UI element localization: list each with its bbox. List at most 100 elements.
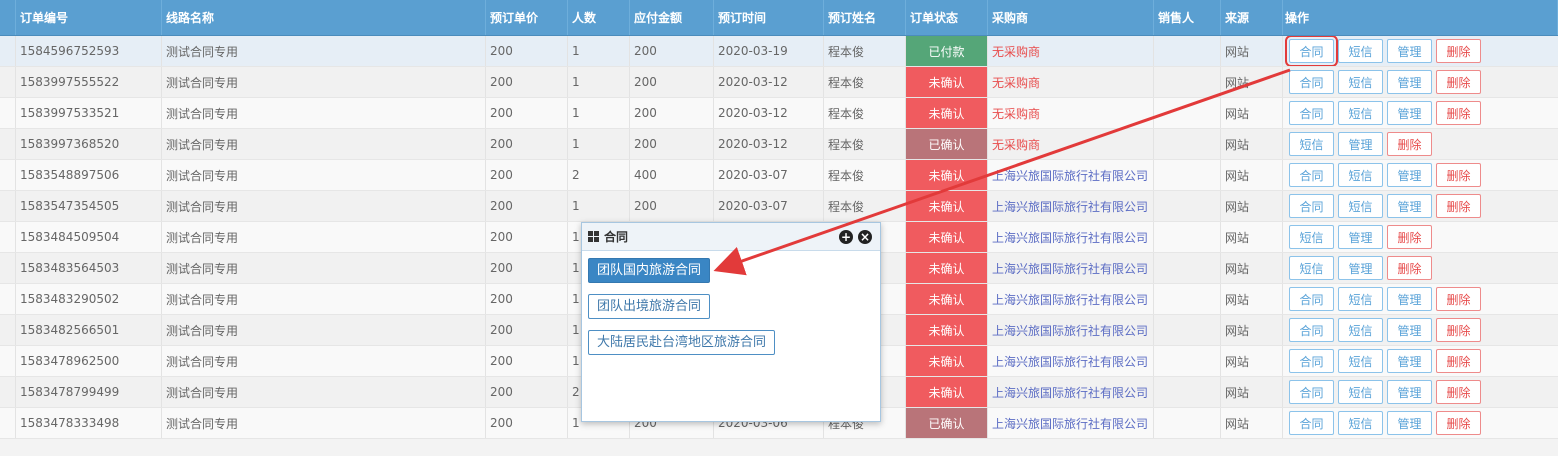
plus-circle-icon[interactable]: + <box>839 230 853 244</box>
buyer-cell: 无采购商 <box>988 98 1154 128</box>
header-amount-due[interactable]: 应付金额 <box>630 0 714 35</box>
manage-button[interactable]: 管理 <box>1387 411 1432 435</box>
manage-button[interactable]: 管理 <box>1338 225 1383 249</box>
manage-button[interactable]: 管理 <box>1387 163 1432 187</box>
header-order-time[interactable]: 预订时间 <box>714 0 824 35</box>
row-select-cell <box>0 129 16 159</box>
delete-button[interactable]: 删除 <box>1436 287 1481 311</box>
header-order-id[interactable]: 订单编号 <box>16 0 162 35</box>
actions-cell: 合同 短信 管理 删除 <box>1283 346 1558 376</box>
sms-button[interactable]: 短信 <box>1338 349 1383 373</box>
buyer-cell[interactable]: 上海兴旅国际旅行社有限公司 <box>988 346 1154 376</box>
manage-button[interactable]: 管理 <box>1387 287 1432 311</box>
line-name-cell: 测试合同专用 <box>162 67 486 97</box>
header-line-name[interactable]: 线路名称 <box>162 0 486 35</box>
buyer-cell[interactable]: 上海兴旅国际旅行社有限公司 <box>988 315 1154 345</box>
taiwan-travel-contract-button[interactable]: 大陆居民赴台湾地区旅游合同 <box>588 330 776 355</box>
actions-cell: 合同 短信 管理 删除 <box>1283 98 1558 128</box>
sms-button[interactable]: 短信 <box>1338 318 1383 342</box>
sms-button[interactable]: 短信 <box>1338 163 1383 187</box>
table-row[interactable]: 1583548897506 测试合同专用 200 2 400 2020-03-07 程本俊未… <box>0 160 1558 191</box>
order-id-cell: 1583478333498 <box>16 408 162 438</box>
buyer-cell[interactable]: 上海兴旅国际旅行社有限公司 <box>988 408 1154 438</box>
buyer-cell[interactable]: 上海兴旅国际旅行社有限公司 <box>988 284 1154 314</box>
buyer-cell[interactable]: 上海兴旅国际旅行社有限公司 <box>988 160 1154 190</box>
buyer-cell: 无采购商 <box>988 67 1154 97</box>
delete-button[interactable]: 删除 <box>1387 256 1432 280</box>
manage-button[interactable]: 管理 <box>1387 349 1432 373</box>
table-row[interactable]: 1583997533521 测试合同专用 200 1 200 2020-03-12 程本俊未… <box>0 98 1558 129</box>
manage-button[interactable]: 管理 <box>1387 39 1432 63</box>
manage-button[interactable]: 管理 <box>1338 256 1383 280</box>
header-source[interactable]: 来源 <box>1221 0 1283 35</box>
manage-button[interactable]: 管理 <box>1387 101 1432 125</box>
unit-price-cell: 200 <box>486 67 568 97</box>
sms-button[interactable]: 短信 <box>1338 380 1383 404</box>
sms-button[interactable]: 短信 <box>1338 194 1383 218</box>
table-row[interactable]: 1584596752593 测试合同专用 200 1 200 2020-03-19 程本俊已… <box>0 36 1558 67</box>
amount-due-cell: 200 <box>630 191 714 221</box>
unit-price-cell: 200 <box>486 222 568 252</box>
line-name-cell: 测试合同专用 <box>162 160 486 190</box>
sms-button[interactable]: 短信 <box>1338 101 1383 125</box>
sms-button[interactable]: 短信 <box>1289 256 1334 280</box>
contract-button[interactable]: 合同 <box>1289 349 1334 373</box>
delete-button[interactable]: 删除 <box>1436 349 1481 373</box>
manage-button[interactable]: 管理 <box>1387 194 1432 218</box>
buyer-cell[interactable]: 上海兴旅国际旅行社有限公司 <box>988 222 1154 252</box>
delete-button[interactable]: 删除 <box>1436 163 1481 187</box>
contract-button[interactable]: 合同 <box>1289 318 1334 342</box>
header-seller[interactable]: 销售人 <box>1154 0 1221 35</box>
buyer-cell[interactable]: 上海兴旅国际旅行社有限公司 <box>988 377 1154 407</box>
line-name-cell: 测试合同专用 <box>162 377 486 407</box>
contract-button[interactable]: 合同 <box>1289 101 1334 125</box>
delete-button[interactable]: 删除 <box>1436 380 1481 404</box>
contract-button[interactable]: 合同 <box>1289 194 1334 218</box>
delete-button[interactable]: 删除 <box>1436 70 1481 94</box>
close-circle-icon[interactable]: × <box>858 230 872 244</box>
domestic-group-contract-button[interactable]: 团队国内旅游合同 <box>588 258 711 283</box>
manage-button[interactable]: 管理 <box>1387 70 1432 94</box>
header-people[interactable]: 人数 <box>568 0 630 35</box>
contract-button[interactable]: 合同 <box>1289 287 1334 311</box>
sms-button[interactable]: 短信 <box>1338 70 1383 94</box>
delete-button[interactable]: 删除 <box>1436 318 1481 342</box>
header-unit-price[interactable]: 预订单价 <box>486 0 568 35</box>
source-cell: 网站 <box>1221 346 1283 376</box>
delete-button[interactable]: 删除 <box>1436 39 1481 63</box>
sms-button[interactable]: 短信 <box>1338 411 1383 435</box>
buyer-cell[interactable]: 上海兴旅国际旅行社有限公司 <box>988 253 1154 283</box>
contract-button[interactable]: 合同 <box>1289 380 1334 404</box>
line-name-cell: 测试合同专用 <box>162 284 486 314</box>
table-row[interactable]: 1583997368520 测试合同专用 200 1 200 2020-03-12 程本俊已… <box>0 129 1558 160</box>
contract-button[interactable]: 合同 <box>1289 70 1334 94</box>
buyer-cell[interactable]: 上海兴旅国际旅行社有限公司 <box>988 191 1154 221</box>
sms-button[interactable]: 短信 <box>1338 39 1383 63</box>
manage-button[interactable]: 管理 <box>1387 380 1432 404</box>
sms-button[interactable]: 短信 <box>1338 287 1383 311</box>
seller-cell <box>1154 191 1221 221</box>
delete-button[interactable]: 删除 <box>1387 132 1432 156</box>
people-cell: 2 <box>568 160 630 190</box>
manage-button[interactable]: 管理 <box>1387 318 1432 342</box>
header-booker-name[interactable]: 预订姓名 <box>824 0 906 35</box>
delete-button[interactable]: 删除 <box>1436 411 1481 435</box>
header-order-status[interactable]: 订单状态 <box>906 0 988 35</box>
seller-cell <box>1154 36 1221 66</box>
contract-button[interactable]: 合同 <box>1289 411 1334 435</box>
manage-button[interactable]: 管理 <box>1338 132 1383 156</box>
contract-button[interactable]: 合同 <box>1289 163 1334 187</box>
seller-cell <box>1154 315 1221 345</box>
outbound-group-contract-button[interactable]: 团队出境旅游合同 <box>588 294 711 319</box>
unit-price-cell: 200 <box>486 284 568 314</box>
table-row[interactable]: 1583997555522 测试合同专用 200 1 200 2020-03-12 程本俊未… <box>0 67 1558 98</box>
sms-button[interactable]: 短信 <box>1289 132 1334 156</box>
table-row[interactable]: 1583547354505 测试合同专用 200 1 200 2020-03-07 程本俊未… <box>0 191 1558 222</box>
row-select-cell <box>0 98 16 128</box>
sms-button[interactable]: 短信 <box>1289 225 1334 249</box>
delete-button[interactable]: 删除 <box>1387 225 1432 249</box>
delete-button[interactable]: 删除 <box>1436 101 1481 125</box>
delete-button[interactable]: 删除 <box>1436 194 1481 218</box>
contract-button[interactable]: 合同 <box>1285 36 1338 66</box>
header-buyer[interactable]: 采购商 <box>988 0 1154 35</box>
